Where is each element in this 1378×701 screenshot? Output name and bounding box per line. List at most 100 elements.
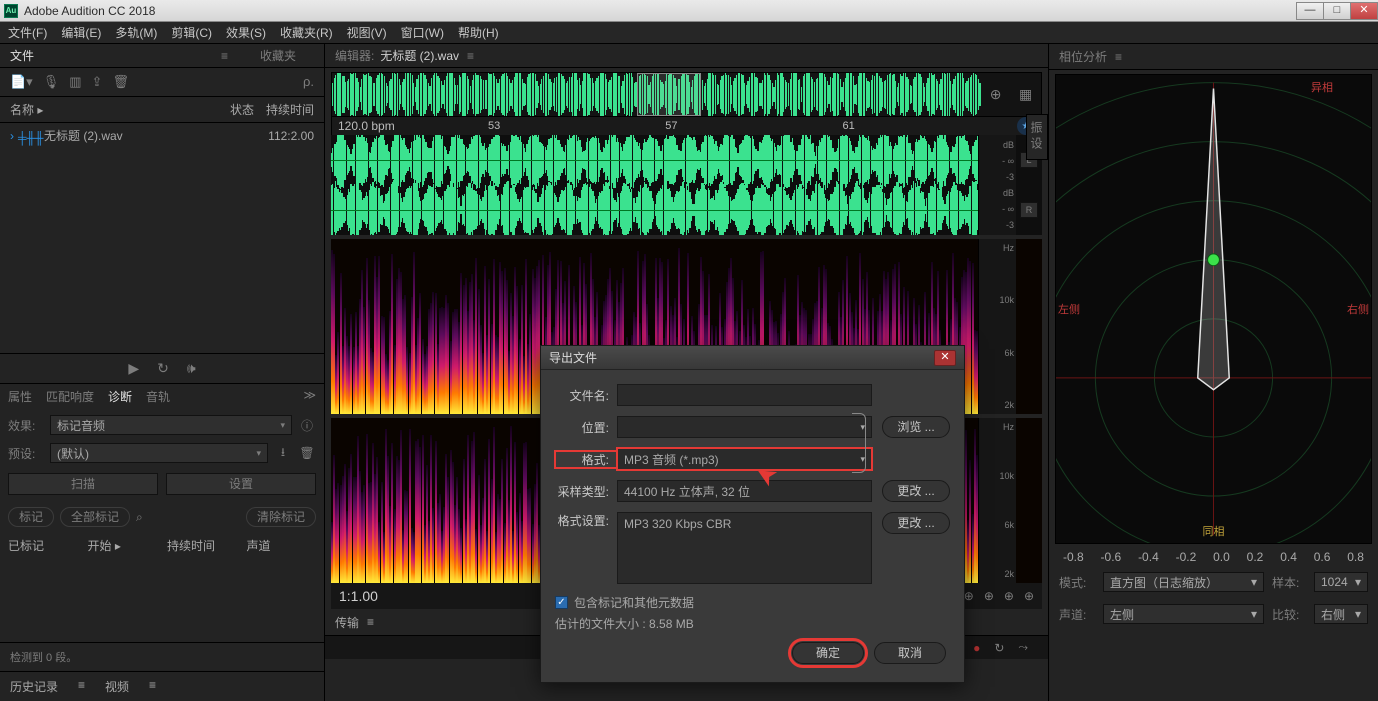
filename-input[interactable]: [617, 384, 872, 406]
cancel-button[interactable]: 取消: [874, 642, 946, 664]
samples-select[interactable]: 1024▾: [1314, 572, 1368, 592]
mark-button[interactable]: 标记: [8, 507, 54, 527]
delete-preset-icon[interactable]: 🗑: [298, 444, 316, 462]
phase-label-right: 右侧: [1347, 301, 1369, 317]
channel-select[interactable]: 左侧▾: [1103, 604, 1264, 624]
dialog-titlebar[interactable]: 导出文件 ✕: [541, 346, 964, 370]
bpm-display[interactable]: 120.0 bpm: [338, 119, 395, 133]
maximize-button[interactable]: □: [1323, 2, 1351, 20]
loop-icon[interactable]: ↻: [157, 360, 169, 377]
waveform-icon: ╪╫╫: [18, 131, 38, 141]
location-select[interactable]: ▾: [617, 416, 872, 438]
hz-scale-2: Hz10k6k2k: [978, 418, 1016, 583]
loop-button[interactable]: ↻: [994, 641, 1004, 655]
tab-favorites[interactable]: 收藏夹: [260, 47, 296, 64]
insert-icon[interactable]: ⇪: [92, 74, 103, 90]
side-tab-amplitude[interactable]: 振设: [1026, 114, 1048, 160]
diag-tabs: 属性 匹配响度 诊断 音轨 ≫: [8, 388, 316, 405]
menu-help[interactable]: 帮助(H): [458, 24, 499, 41]
compare-select[interactable]: 右侧▾: [1314, 604, 1368, 624]
editor-label: 编辑器:: [335, 47, 374, 64]
change-sample-button[interactable]: 更改 ...: [882, 480, 950, 502]
menu-favorites[interactable]: 收藏夹(R): [280, 24, 333, 41]
tab-properties[interactable]: 属性: [8, 388, 32, 405]
include-metadata-checkbox[interactable]: ✓ 包含标记和其他元数据: [555, 594, 950, 611]
zoom-fit-icon[interactable]: ⊕: [990, 86, 1002, 103]
files-panel-tabs: 文件 ≡ 收藏夹: [0, 44, 324, 68]
record-button[interactable]: ●: [973, 641, 980, 655]
mode-label: 模式:: [1059, 574, 1095, 591]
minimize-button[interactable]: —: [1296, 2, 1324, 20]
menu-file[interactable]: 文件(F): [8, 24, 47, 41]
format-settings-field: MP3 320 Kbps CBR: [617, 512, 872, 584]
menubar: 文件(F) 编辑(E) 多轨(M) 剪辑(C) 效果(S) 收藏夹(R) 视图(…: [0, 22, 1378, 44]
include-metadata-label: 包含标记和其他元数据: [574, 594, 694, 611]
skip-selection-button[interactable]: ⤳: [1018, 640, 1028, 655]
sample-type-field: 44100 Hz 立体声, 32 位: [617, 480, 872, 502]
left-panel: 文件 ≡ 收藏夹 📄▾ 🎙 ▥ ⇪ 🗑 ρ. 名称 ▸ 状态 持续时间 › ╪╫…: [0, 44, 325, 701]
preset-select[interactable]: (默认)▾: [50, 443, 268, 463]
timecode[interactable]: 1:1.00: [339, 588, 378, 604]
mark-all-button[interactable]: 全部标记: [60, 507, 130, 527]
save-preset-icon[interactable]: ⭳: [274, 444, 292, 462]
window-buttons: — □ ✕: [1297, 2, 1378, 20]
play-icon[interactable]: ▶: [128, 360, 139, 377]
menu-window[interactable]: 窗口(W): [401, 24, 444, 41]
tab-loudness[interactable]: 匹配响度: [46, 388, 94, 405]
more-tabs-icon[interactable]: ≫: [303, 388, 316, 405]
checkbox-icon: ✓: [555, 596, 568, 609]
scan-button[interactable]: 扫描: [8, 473, 158, 495]
overview-waveform[interactable]: ⊕ ▦: [331, 72, 1042, 117]
phase-label-left: 左侧: [1058, 301, 1080, 317]
titlebar: Au Adobe Audition CC 2018 — □ ✕: [0, 0, 1378, 22]
tab-track[interactable]: 音轨: [146, 388, 170, 405]
tab-files-menu-icon[interactable]: ≡: [221, 49, 228, 63]
settings-button[interactable]: 设置: [166, 473, 316, 495]
channel-right-button[interactable]: R: [1020, 202, 1038, 218]
autoplay-icon[interactable]: 🕪: [187, 360, 196, 377]
clear-marks-button[interactable]: 清除标记: [246, 507, 316, 527]
hz-scale: Hz10k6k2k: [978, 239, 1016, 414]
phase-panel: 相位分析 ≡ 异相 左侧 右侧 同相 -0.8-0.6-0.4-0.20.00.…: [1048, 44, 1378, 701]
col-name[interactable]: 名称 ▸: [10, 101, 204, 118]
change-format-button[interactable]: 更改 ...: [882, 512, 950, 534]
format-select[interactable]: MP3 音频 (*.mp3)▾: [617, 448, 872, 470]
menu-multitrack[interactable]: 多轨(M): [115, 24, 157, 41]
close-button[interactable]: ✕: [1350, 2, 1378, 20]
record-icon[interactable]: 🎙: [43, 74, 60, 90]
time-ruler[interactable]: 120.0 bpm 53 57 61 ★: [331, 117, 1042, 135]
mode-select[interactable]: 直方图（日志缩放）▾: [1103, 572, 1264, 592]
search-icon[interactable]: ρ.: [303, 74, 314, 90]
tab-diagnostics[interactable]: 诊断: [108, 388, 132, 405]
ok-button[interactable]: 确定: [792, 642, 864, 664]
format-settings-label: 格式设置:: [555, 512, 617, 529]
menu-effects[interactable]: 效果(S): [226, 24, 266, 41]
file-row[interactable]: › ╪╫╫ 无标题 (2).wav 112:2.00: [0, 123, 324, 148]
delete-icon[interactable]: 🗑: [112, 74, 129, 90]
col-status[interactable]: 状态: [204, 101, 254, 118]
menu-clip[interactable]: 剪辑(C): [171, 24, 212, 41]
samples-label: 样本:: [1272, 574, 1306, 591]
main-waveform[interactable]: dB- ∞-3 dB- ∞-3 L R: [331, 135, 1042, 235]
tab-video[interactable]: 视频: [105, 678, 129, 695]
info-icon[interactable]: ⓘ: [298, 416, 316, 434]
open-file-icon[interactable]: 📄▾: [10, 74, 33, 90]
dialog-close-button[interactable]: ✕: [934, 350, 956, 366]
phase-menu-icon[interactable]: ≡: [1115, 50, 1122, 64]
phase-label-bottom: 同相: [1203, 523, 1225, 539]
view-options-icon[interactable]: ▦: [1019, 86, 1032, 103]
tab-history[interactable]: 历史记录: [10, 678, 58, 695]
diagnostics-panel: 属性 匹配响度 诊断 音轨 ≫ 效果: 标记音频▾ ⓘ 预设: (默认)▾ ⭳ …: [0, 383, 324, 642]
menu-view[interactable]: 视图(V): [347, 24, 387, 41]
tab-files[interactable]: 文件: [10, 47, 34, 64]
multitrack-icon[interactable]: ▥: [69, 74, 81, 90]
browse-button[interactable]: 浏览 ...: [882, 416, 950, 438]
menu-edit[interactable]: 编辑(E): [61, 24, 101, 41]
transfer-label: 传输: [335, 614, 359, 631]
mark-search-icon[interactable]: ⌕: [136, 510, 240, 525]
location-label: 位置:: [555, 419, 617, 436]
effect-select[interactable]: 标记音频▾: [50, 415, 292, 435]
diag-columns: 已标记 开始 ▸ 持续时间 声道: [8, 537, 316, 554]
col-duration[interactable]: 持续时间: [254, 101, 314, 118]
editor-menu-icon[interactable]: ≡: [467, 49, 474, 63]
